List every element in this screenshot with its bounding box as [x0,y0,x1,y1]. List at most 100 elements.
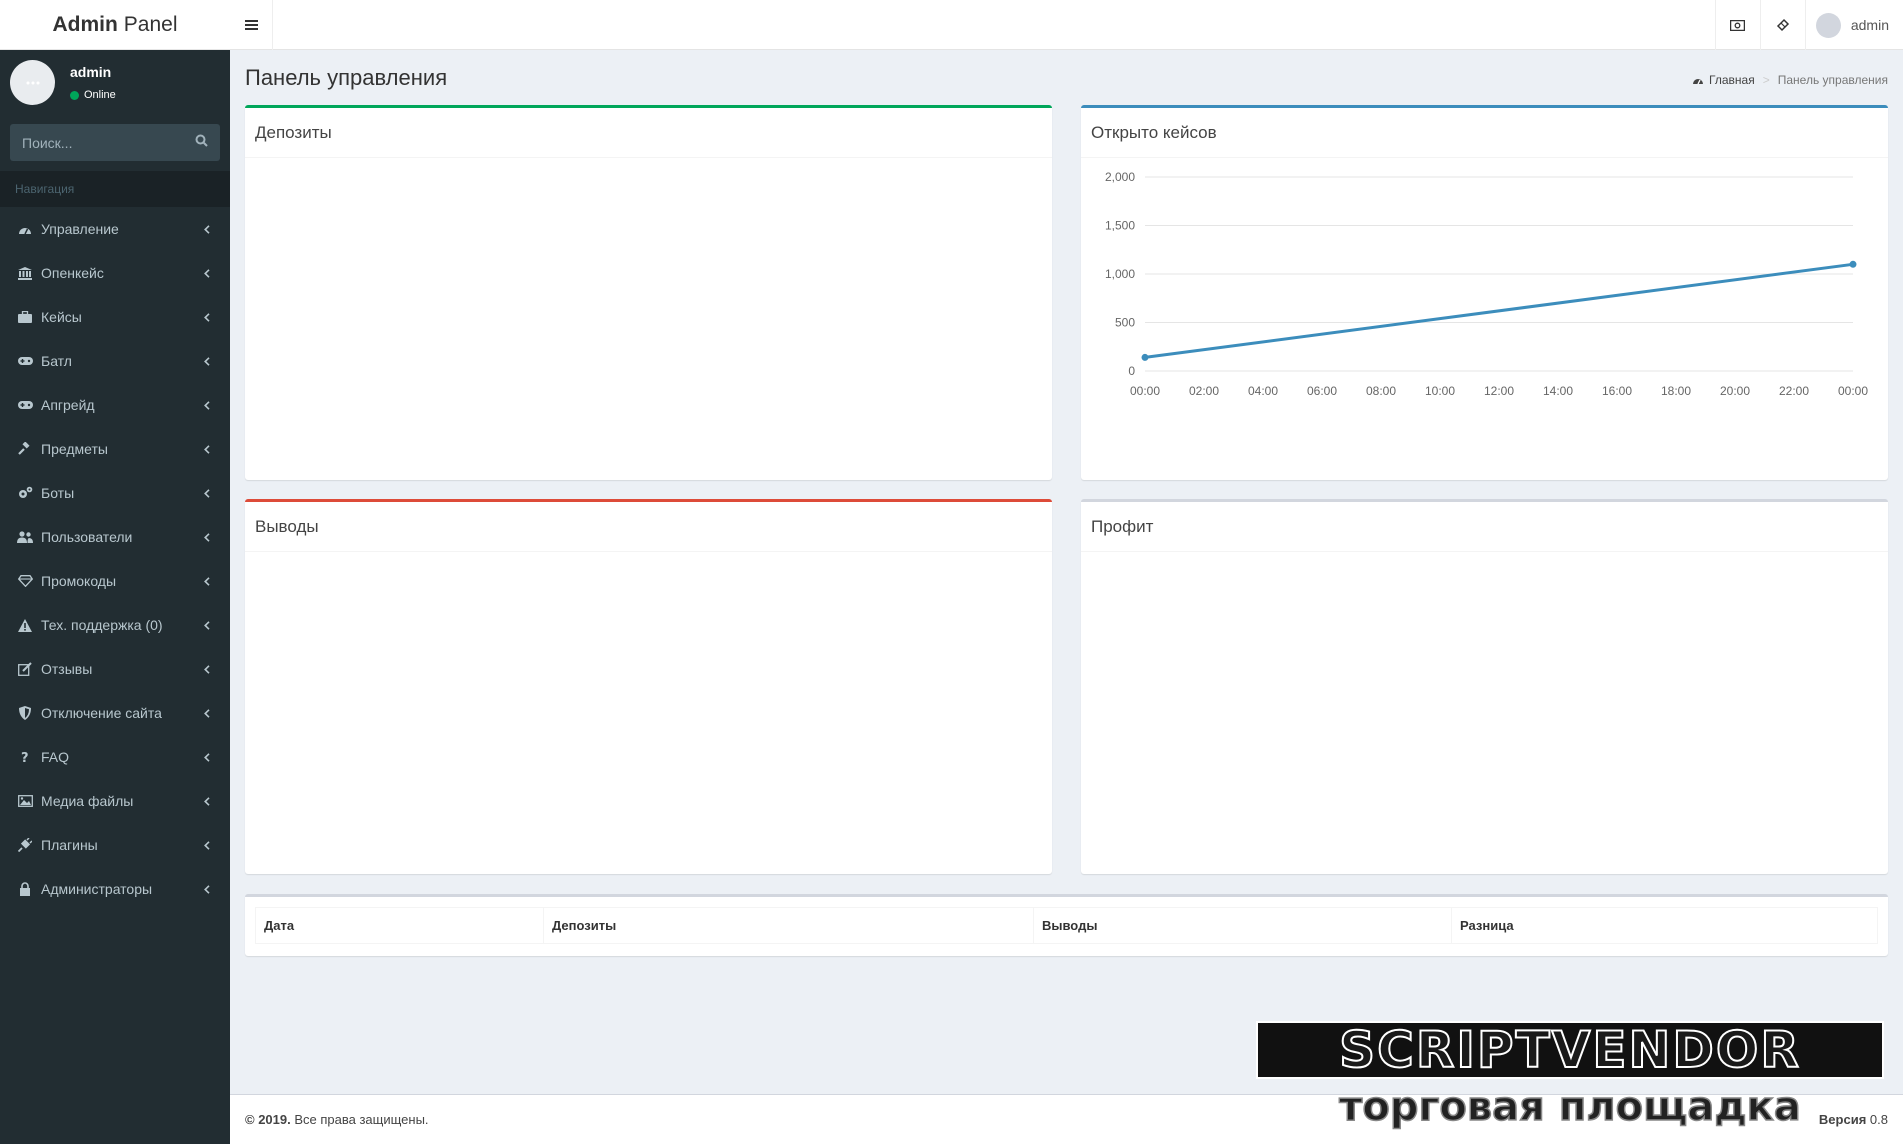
chart-x-tick-label: 00:00 [1838,384,1868,398]
table-header-deposits[interactable]: Депозиты [543,907,1034,944]
opened-cases-box: Открыто кейсов 0 500 1,000 1,500 2,000 00:00 0… [1081,105,1888,480]
table-header-withdrawals[interactable]: Выводы [1033,907,1452,944]
sidebar-item-label: Плагины [41,837,98,853]
sidebar-item-label: Предметы [41,441,108,457]
question-icon: ? [17,749,33,765]
sidebar: Admin Panel admin Online Навигация Управ… [0,0,230,1144]
sidebar-item-4[interactable]: Батл [0,339,230,383]
sidebar-item-left: Боты [17,485,74,501]
chevron-left-icon [204,573,210,589]
chevron-left-icon [204,793,210,809]
watermark-line1: SCRIPTVENDOR [1339,1021,1801,1079]
sidebar-item-15[interactable]: Плагины [0,823,230,867]
gamepad-icon [17,353,33,369]
search-icon[interactable] [195,134,208,152]
chart-x-tick-label: 00:00 [1130,384,1160,398]
copyright-year: © 2019. [245,1112,291,1127]
sidebar-toggle-button[interactable] [230,0,273,50]
breadcrumb-home-link[interactable]: Главная [1709,73,1755,87]
chevron-left-icon [204,749,210,765]
gamepad-icon [17,397,33,413]
sidebar-item-left: Апгрейд [17,397,95,413]
chart-y-tick-label: 500 [1115,316,1135,330]
topbar-right: admin [1714,0,1903,50]
nav-header: Навигация [0,171,230,207]
page-title: Панель управления [245,65,448,90]
dashboard-icon [17,221,33,237]
chart-y-tick-label: 2,000 [1105,170,1135,184]
sidebar-item-left: Управление [17,221,119,237]
chart-series-line [1144,262,1854,359]
user-status-label: Online [84,89,116,101]
user-name: admin [70,64,112,80]
dashboard-icon [1693,79,1704,85]
topbar: admin [230,0,1903,50]
sidebar-item-14[interactable]: Медиа файлы [0,779,230,823]
sidebar-item-13[interactable]: ? FAQ [0,735,230,779]
sidebar-item-12[interactable]: Отключение сайта [0,691,230,735]
plug-icon [17,837,33,853]
chevron-left-icon [204,661,210,677]
sidebar-item-3[interactable]: Кейсы [0,295,230,339]
sidebar-item-10[interactable]: Тех. поддержка (0) [0,603,230,647]
money-button[interactable] [1714,0,1760,50]
stats-table-box: Дата Депозиты Выводы Разница [245,894,1888,956]
sidebar-item-8[interactable]: Пользователи [0,515,230,559]
table-header-date[interactable]: Дата [255,907,544,944]
main-content: Панель управления Главная > Панель управ… [230,50,1903,1094]
chevron-left-icon [204,353,210,369]
search-input[interactable] [22,134,182,151]
chevron-left-icon [204,309,210,325]
table-header-difference[interactable]: Разница [1451,907,1878,944]
chart-x-tick-label: 12:00 [1484,384,1514,398]
sidebar-item-left: Тех. поддержка (0) [17,617,163,633]
breadcrumb-separator: > [1762,73,1770,87]
chart-point[interactable] [1849,260,1857,268]
brand-logo[interactable]: Admin Panel [0,0,230,50]
deposits-box-title: Депозиты [245,108,1052,158]
hamburger-icon [244,20,258,30]
opened-cases-box-title: Открыто кейсов [1081,108,1888,158]
withdrawals-box: Выводы [245,499,1052,874]
nav-list: Управление Опенкейс Кейсы Батл Апгрейд Предме… [0,207,230,911]
bank-icon [17,265,33,281]
chart-x-tick-label: 18:00 [1661,384,1691,398]
copyright-text: Все права защищены. [294,1112,429,1127]
withdrawals-box-title: Выводы [245,502,1052,552]
opened-cases-chart: 0 500 1,000 1,500 2,000 00:00 02:00 04:00 06:00 0… [1105,170,1868,398]
sidebar-item-9[interactable]: Промокоды [0,559,230,603]
sidebar-item-left: Администраторы [17,881,152,897]
chart-x-tick-label: 20:00 [1720,384,1750,398]
user-avatar-small [1815,12,1841,38]
user-menu[interactable]: admin [1804,0,1903,50]
sidebar-item-6[interactable]: Предметы [0,427,230,471]
sidebar-item-11[interactable]: Отзывы [0,647,230,691]
sidebar-item-left: Плагины [17,837,98,853]
sidebar-item-label: Опенкейс [41,265,104,281]
chart-x-tick-label: 02:00 [1189,384,1219,398]
sidebar-item-7[interactable]: Боты [0,471,230,515]
stats-table: Дата Депозиты Выводы Разница [255,907,1878,944]
sidebar-item-label: Администраторы [41,881,153,897]
breadcrumb: Главная > Панель управления [1692,73,1888,87]
sidebar-item-label: FAQ [41,749,70,765]
sidebar-item-2[interactable]: Опенкейс [0,251,230,295]
sidebar-item-label: Тех. поддержка (0) [41,617,163,633]
sidebar-item-label: Медиа файлы [41,793,134,809]
sidebar-item-left: Опенкейс [17,265,104,281]
sidebar-item-left: Кейсы [17,309,82,325]
profit-box-title: Профит [1081,502,1888,552]
ticket-button[interactable] [1759,0,1805,50]
chevron-left-icon [204,881,210,897]
chart-point[interactable] [1141,353,1149,361]
sidebar-item-left: Отключение сайта [17,705,162,721]
watermark-line2: торговая площадка [1339,1084,1801,1130]
chart-y-tick-label: 1,000 [1105,267,1135,281]
users-icon [17,529,33,545]
sidebar-item-label: Пользователи [41,529,133,545]
breadcrumb-current: Панель управления [1777,73,1888,87]
sidebar-item-1[interactable]: Управление [0,207,230,251]
sidebar-item-5[interactable]: Апгрейд [0,383,230,427]
scriptvendor-watermark: SCRIPTVENDOR торговая площадка [1256,1020,1884,1131]
sidebar-item-16[interactable]: Администраторы [0,867,230,911]
